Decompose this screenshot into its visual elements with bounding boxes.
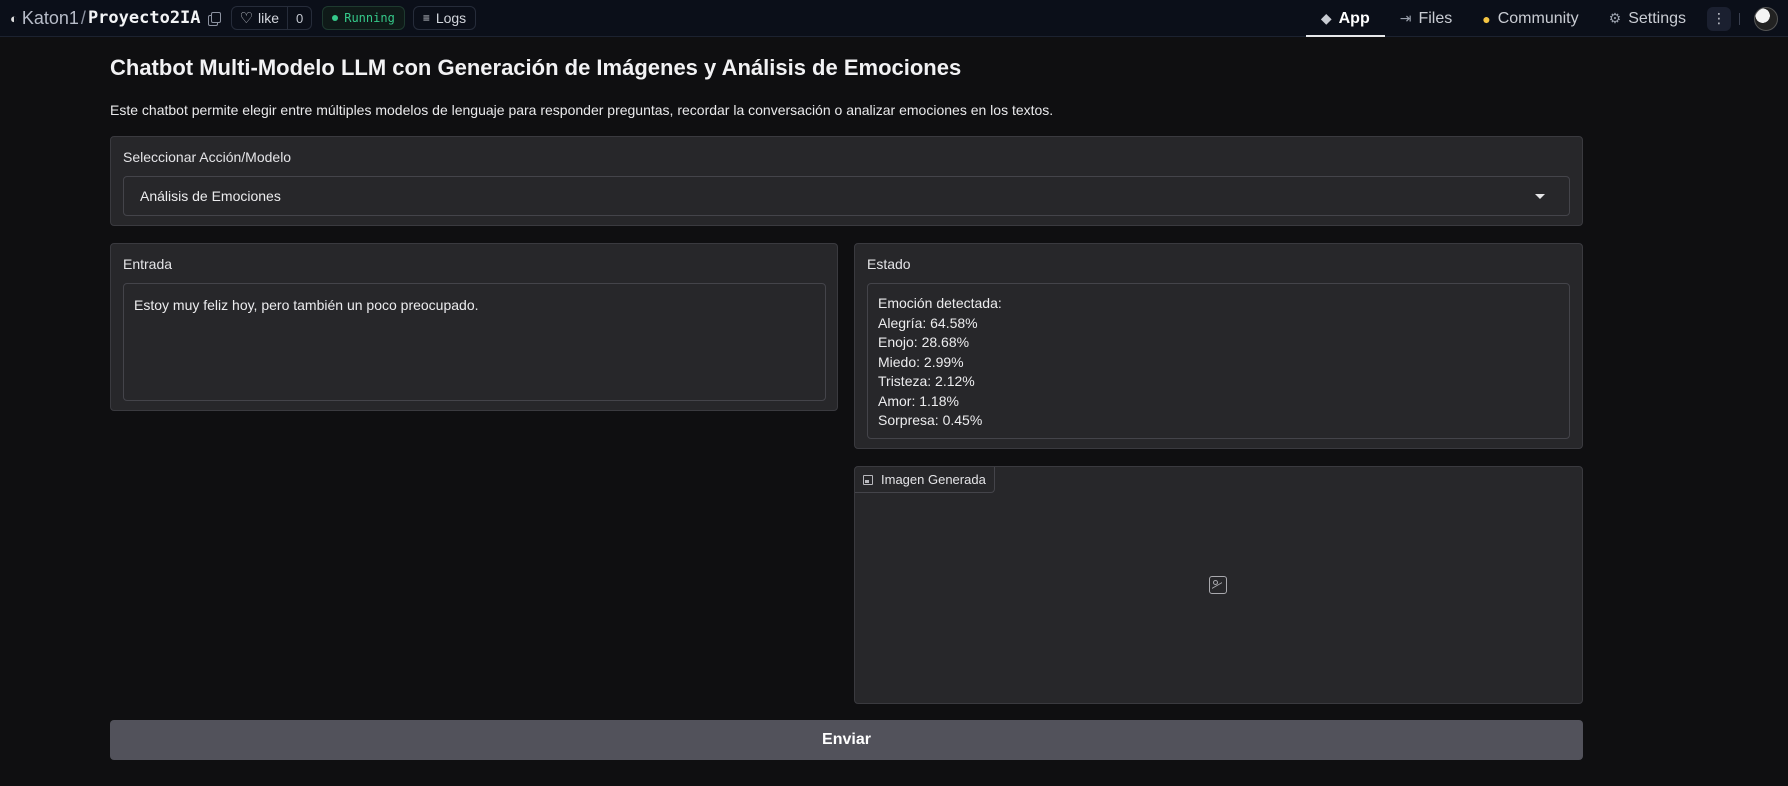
status-line-amor: Amor: 1.18%	[878, 392, 959, 409]
generated-image-label: Imagen Generada	[855, 467, 995, 493]
status-label: Running	[344, 11, 395, 25]
tab-app[interactable]: ◆ App	[1305, 0, 1385, 37]
tab-settings-label: Settings	[1628, 9, 1686, 27]
more-options-button[interactable]: ⋮	[1707, 6, 1731, 31]
breadcrumb-separator: /	[80, 7, 86, 28]
status-label-heading: Estado	[867, 256, 911, 272]
heart-icon: ♡	[239, 10, 253, 27]
tab-settings[interactable]: ⚙ Settings	[1594, 0, 1701, 37]
tab-files-label: Files	[1418, 9, 1453, 27]
logs-button[interactable]: ≡ Logs	[412, 6, 477, 30]
page-title: Chatbot Multi-Modelo LLM con Generación …	[110, 55, 962, 80]
model-select-panel: Seleccionar Acción/Modelo Análisis de Em…	[110, 136, 1583, 226]
status-line-miedo: Miedo: 2.99%	[878, 353, 964, 370]
copy-icon[interactable]	[207, 11, 221, 26]
status-line-alegria: Alegría: 64.58%	[878, 314, 978, 331]
model-dropdown[interactable]: Análisis de Emociones	[123, 176, 1570, 216]
send-button[interactable]: Enviar	[110, 720, 1583, 760]
generated-image-label-text: Imagen Generada	[881, 472, 986, 487]
status-line-tristeza: Tristeza: 2.12%	[878, 373, 975, 389]
owner-avatar-icon: ◐	[10, 10, 18, 26]
status-output[interactable]: Emoción detectada: Alegría: 64.58% Enojo…	[867, 283, 1570, 439]
user-avatar[interactable]	[1754, 6, 1778, 31]
status-panel: Estado Emoción detectada: Alegría: 64.58…	[854, 243, 1583, 449]
running-status-badge[interactable]: Running	[322, 6, 405, 30]
gear-icon: ⚙	[1608, 10, 1622, 26]
files-icon: ⇥	[1399, 10, 1412, 26]
like-button-group: ♡ like 0	[230, 6, 313, 30]
tab-files[interactable]: ⇥ Files	[1385, 0, 1468, 37]
page-description: Este chatbot permite elegir entre múltip…	[110, 102, 1054, 118]
repo-name-link[interactable]: Proyecto2IA	[88, 8, 201, 28]
model-select-label: Seleccionar Acción/Modelo	[123, 149, 292, 165]
logs-label: Logs	[435, 10, 467, 26]
image-icon	[863, 474, 873, 485]
input-textarea[interactable]: Estoy muy feliz hoy, pero también un poc…	[123, 283, 826, 401]
cube-icon: ◆	[1320, 10, 1332, 26]
tab-app-label: App	[1338, 9, 1370, 27]
like-button[interactable]: ♡ like	[232, 7, 287, 29]
status-line-sorpresa: Sorpresa: 0.45%	[878, 412, 983, 428]
tab-community[interactable]: ● Community	[1467, 0, 1593, 37]
repo-breadcrumb: ◐ Katon1 / Proyecto2IA	[10, 8, 221, 29]
space-nav-tabs: ◆ App ⇥ Files ● Community ⚙ Settings ⋮	[1305, 0, 1788, 37]
input-label: Entrada	[123, 256, 173, 272]
nav-divider	[1739, 12, 1740, 25]
status-line-header: Emoción detectada:	[878, 295, 1002, 311]
top-navigation-bar: ◐ Katon1 / Proyecto2IA ♡ like 0 Running …	[0, 0, 1788, 37]
community-icon: ●	[1482, 10, 1491, 27]
tab-community-label: Community	[1497, 9, 1579, 27]
like-count[interactable]: 0	[287, 7, 311, 29]
status-dot-icon	[332, 15, 339, 21]
logs-icon: ≡	[422, 11, 430, 25]
owner-link[interactable]: Katon1	[22, 8, 79, 29]
status-line-enojo: Enojo: 28.68%	[878, 334, 970, 350]
model-dropdown-value: Análisis de Emociones	[140, 188, 281, 204]
chevron-down-icon	[1535, 194, 1545, 199]
like-label: like	[257, 10, 279, 26]
input-panel: Entrada Estoy muy feliz hoy, pero tambié…	[110, 243, 838, 411]
generated-image-panel: Imagen Generada	[854, 466, 1583, 704]
image-placeholder-icon	[1209, 576, 1227, 594]
